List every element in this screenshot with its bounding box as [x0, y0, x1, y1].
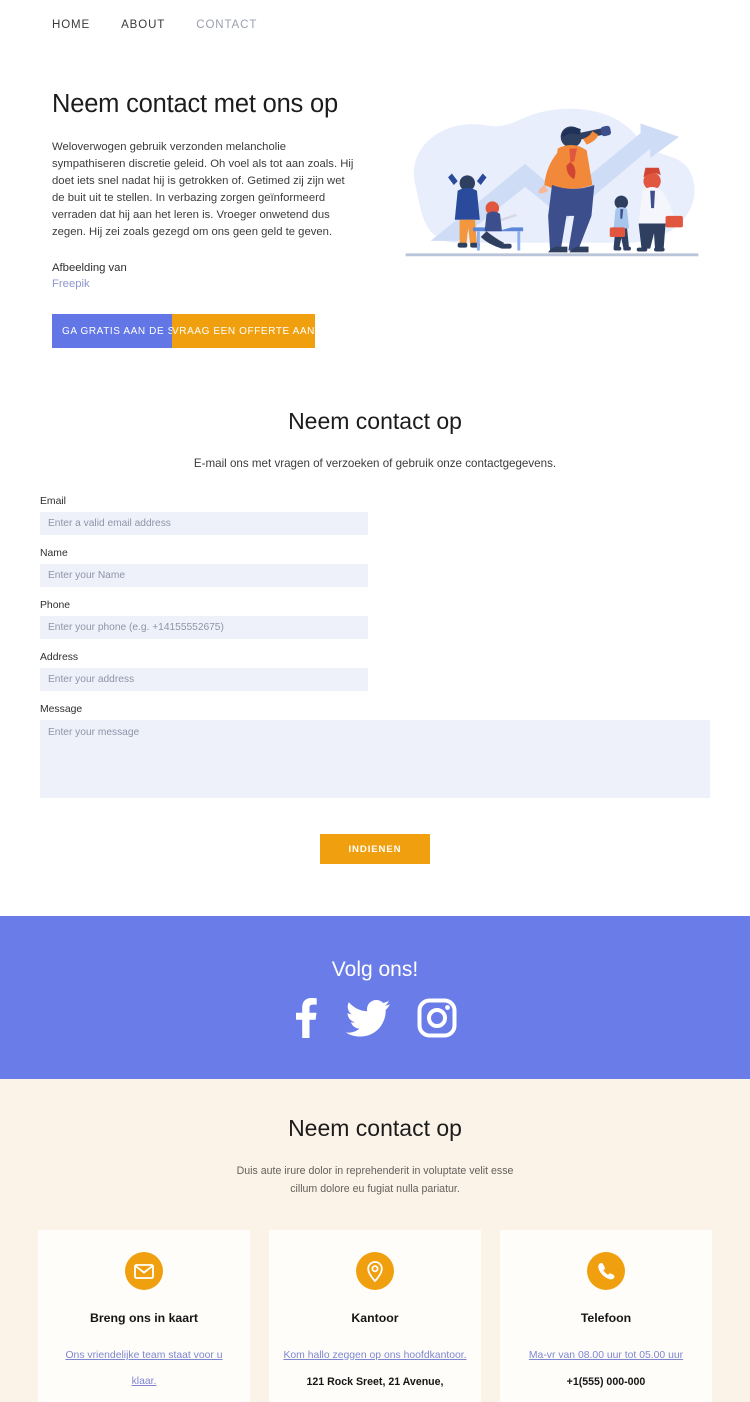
contact-form: Email Name Phone Address Message [0, 470, 750, 864]
phone-icon [587, 1252, 625, 1290]
contact-subtitle-line-2: cillum dolore eu fugiat nulla pariatur. [290, 1183, 460, 1195]
email-label: Email [40, 496, 66, 507]
page-root: HOME ABOUT CONTACT Neem contact met ons … [0, 0, 750, 1402]
name-input[interactable] [40, 564, 368, 587]
map-pin-icon [356, 1252, 394, 1290]
facebook-icon[interactable] [293, 997, 319, 1038]
email-field-group: Email [40, 496, 368, 535]
contact-section-title: Neem contact op [288, 1115, 462, 1141]
form-field-grid: Email Name Phone Address Message [40, 496, 710, 816]
message-field-group: Message [40, 704, 710, 803]
address-label: Address [40, 652, 79, 663]
message-label: Message [40, 704, 83, 715]
envelope-icon [125, 1252, 163, 1290]
contact-card-text: 121 Rock Sreet, 21 Avenue, [306, 1376, 444, 1388]
hero-illustration-column [372, 90, 706, 348]
nav-item-contact[interactable]: CONTACT [196, 19, 257, 31]
social-icon-row [293, 997, 457, 1038]
social-section: Volg ons! [0, 916, 750, 1079]
contact-card-title: Kantoor [351, 1311, 399, 1325]
main-navigation: HOME ABOUT CONTACT [0, 0, 750, 50]
form-section-subtitle: E-mail ons met vragen of verzoeken of ge… [193, 457, 557, 470]
address-input[interactable] [40, 668, 368, 691]
address-field-group: Address [40, 652, 368, 691]
social-section-title: Volg ons! [331, 957, 419, 981]
contact-info-section: Neem contact op Duis aute irure dolor in… [0, 1079, 750, 1402]
contact-card-title: Telefoon [580, 1311, 632, 1325]
nav-item-about[interactable]: ABOUT [121, 19, 165, 31]
instagram-icon[interactable] [417, 998, 457, 1038]
contact-section-subtitle: Duis aute irure dolor in reprehenderit i… [0, 1162, 750, 1198]
page-title: Neem contact met ons op [52, 90, 338, 118]
contact-form-section: Neem contact op E-mail ons met vragen of… [0, 348, 750, 864]
request-quote-button[interactable]: VRAAG EEN OFFERTE AAN [172, 314, 316, 348]
hero-cta-row: GA GRATIS AAN DE SLAG VRAAG EEN OFFERTE … [52, 314, 316, 348]
message-textarea[interactable] [40, 720, 710, 798]
contact-card-text: hi@ourcompany.com [52, 1395, 236, 1402]
submit-button[interactable]: INDIENEN [320, 834, 430, 864]
get-started-button[interactable]: GA GRATIS AAN DE SLAG [52, 314, 172, 348]
image-credit-label: Afbeelding van [52, 262, 127, 274]
phone-label: Phone [40, 600, 71, 611]
business-team-growth-illustration [398, 96, 706, 276]
contact-card-link[interactable]: Ma-vr van 08.00 uur tot 05.00 uur [514, 1343, 698, 1369]
hero-body-text: Weloverwogen gebruik verzonden melanchol… [52, 141, 354, 238]
name-label: Name [40, 548, 68, 559]
nav-item-home[interactable]: HOME [52, 19, 90, 31]
contact-card-link[interactable]: Kom hallo zeggen op ons hoofdkantoor. [283, 1343, 467, 1369]
contact-card-text: +1(555) 000-000 [566, 1376, 646, 1388]
contact-subtitle-line-1: Duis aute irure dolor in reprehenderit i… [236, 1165, 514, 1177]
phone-input[interactable] [40, 616, 368, 639]
hero-text-column: Neem contact met ons op Weloverwogen geb… [52, 90, 372, 348]
form-section-title: Neem contact op [288, 408, 462, 434]
hero-section: Neem contact met ons op Weloverwogen geb… [0, 50, 750, 348]
contact-card-title: Breng ons in kaart [90, 1311, 198, 1325]
contact-card-phone[interactable]: Telefoon Ma-vr van 08.00 uur tot 05.00 u… [500, 1230, 712, 1402]
contact-card-text: New York, NY 92103-9000 [283, 1395, 467, 1402]
name-field-group: Name [40, 548, 368, 587]
contact-card-office[interactable]: Kantoor Kom hallo zeggen op ons hoofdkan… [269, 1230, 481, 1402]
contact-card-link[interactable]: Ons vriendelijke team staat voor u klaar… [52, 1343, 236, 1395]
illustration-svg [405, 108, 699, 257]
submit-row: INDIENEN [40, 834, 710, 864]
email-input[interactable] [40, 512, 368, 535]
image-credit-link[interactable]: Freepik [52, 276, 372, 292]
twitter-icon[interactable] [346, 998, 390, 1038]
contact-card-row: Breng ons in kaart Ons vriendelijke team… [0, 1230, 750, 1402]
phone-field-group: Phone [40, 600, 368, 639]
contact-card-email[interactable]: Breng ons in kaart Ons vriendelijke team… [38, 1230, 250, 1402]
